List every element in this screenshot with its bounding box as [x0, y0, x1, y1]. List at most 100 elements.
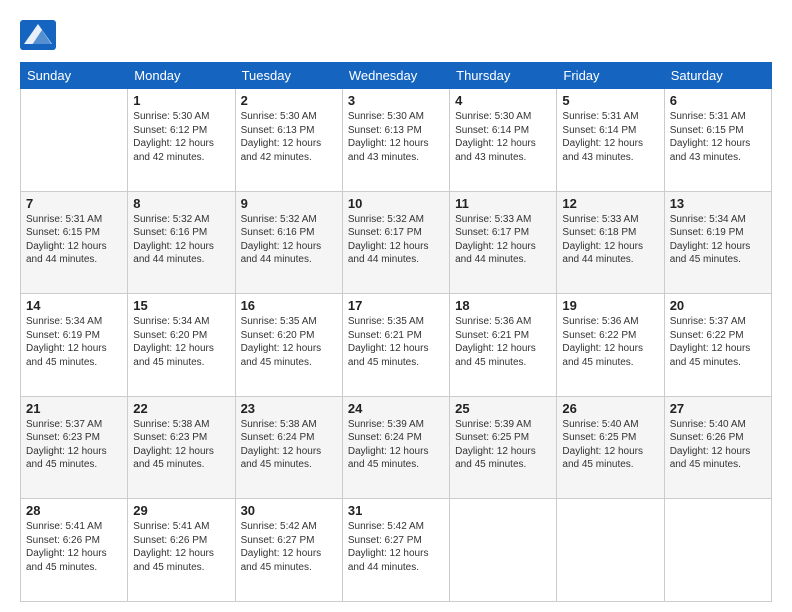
day-number: 17 — [348, 298, 444, 313]
day-number: 26 — [562, 401, 658, 416]
calendar-cell — [21, 89, 128, 192]
calendar-cell: 25Sunrise: 5:39 AM Sunset: 6:25 PM Dayli… — [450, 396, 557, 499]
day-info: Sunrise: 5:42 AM Sunset: 6:27 PM Dayligh… — [241, 520, 337, 574]
calendar-week-row: 14 Sunrise: 5:34 AM Sunset: 6:19 PM Dayli… — [21, 294, 772, 397]
day-number: 3 — [348, 93, 444, 108]
day-info: Sunrise: 5:34 AM Sunset: 6:19 PM Dayligh… — [26, 315, 122, 369]
day-info: Sunrise: 5:31 AM Sunset: 6:15 PM Dayligh… — [670, 110, 766, 164]
day-number: 7 — [26, 196, 122, 211]
day-number: 22 — [133, 401, 229, 416]
day-number: 19 — [562, 298, 658, 313]
header-sunday: Sunday — [21, 63, 128, 89]
day-number: 6 — [670, 93, 766, 108]
header-monday: Monday — [128, 63, 235, 89]
calendar-cell: 20 Sunrise: 5:37 AM Sunset: 6:22 PM Dayli… — [664, 294, 771, 397]
day-info: Sunrise: 5:31 AM Sunset: 6:15 PM Dayligh… — [26, 213, 122, 267]
day-info: Sunrise: 5:34 AM Sunset: 6:19 PM Dayligh… — [670, 213, 766, 267]
day-info: Sunrise: 5:38 AM Sunset: 6:23 PM Dayligh… — [133, 418, 229, 472]
calendar-cell: 14 Sunrise: 5:34 AM Sunset: 6:19 PM Dayli… — [21, 294, 128, 397]
header-friday: Friday — [557, 63, 664, 89]
day-number: 9 — [241, 196, 337, 211]
day-info: Sunrise: 5:37 AM Sunset: 6:22 PM Dayligh… — [670, 315, 766, 369]
calendar-cell: 28 Sunrise: 5:41 AM Sunset: 6:26 PM Dayli… — [21, 499, 128, 602]
calendar-header-row: SundayMondayTuesdayWednesdayThursdayFrid… — [21, 63, 772, 89]
calendar-cell: 13 Sunrise: 5:34 AM Sunset: 6:19 PM Dayli… — [664, 191, 771, 294]
day-number: 25 — [455, 401, 551, 416]
calendar-cell: 17 Sunrise: 5:35 AM Sunset: 6:21 PM Dayli… — [342, 294, 449, 397]
day-number: 11 — [455, 196, 551, 211]
calendar-cell: 6 Sunrise: 5:31 AM Sunset: 6:15 PM Daylig… — [664, 89, 771, 192]
page: SundayMondayTuesdayWednesdayThursdayFrid… — [0, 0, 792, 612]
day-number: 8 — [133, 196, 229, 211]
day-number: 10 — [348, 196, 444, 211]
day-info: Sunrise: 5:32 AM Sunset: 6:17 PM Dayligh… — [348, 213, 444, 267]
day-number: 27 — [670, 401, 766, 416]
day-number: 13 — [670, 196, 766, 211]
day-number: 31 — [348, 503, 444, 518]
day-info: Sunrise: 5:39 AM Sunset: 6:24 PM Dayligh… — [348, 418, 444, 472]
day-info: Sunrise: 5:41 AM Sunset: 6:26 PM Dayligh… — [133, 520, 229, 574]
calendar-cell: 9 Sunrise: 5:32 AM Sunset: 6:16 PM Daylig… — [235, 191, 342, 294]
calendar-week-row: 1Sunrise: 5:30 AM Sunset: 6:12 PM Daylig… — [21, 89, 772, 192]
calendar-cell: 31 Sunrise: 5:42 AM Sunset: 6:27 PM Dayli… — [342, 499, 449, 602]
day-info: Sunrise: 5:32 AM Sunset: 6:16 PM Dayligh… — [241, 213, 337, 267]
logo-icon — [20, 20, 56, 50]
day-info: Sunrise: 5:37 AM Sunset: 6:23 PM Dayligh… — [26, 418, 122, 472]
calendar-cell: 10 Sunrise: 5:32 AM Sunset: 6:17 PM Dayli… — [342, 191, 449, 294]
calendar-cell: 26Sunrise: 5:40 AM Sunset: 6:25 PM Dayli… — [557, 396, 664, 499]
day-info: Sunrise: 5:36 AM Sunset: 6:22 PM Dayligh… — [562, 315, 658, 369]
day-number: 4 — [455, 93, 551, 108]
calendar-cell: 30 Sunrise: 5:42 AM Sunset: 6:27 PM Dayli… — [235, 499, 342, 602]
calendar-cell: 5Sunrise: 5:31 AM Sunset: 6:14 PM Daylig… — [557, 89, 664, 192]
day-info: Sunrise: 5:32 AM Sunset: 6:16 PM Dayligh… — [133, 213, 229, 267]
day-number: 30 — [241, 503, 337, 518]
calendar-cell: 2 Sunrise: 5:30 AM Sunset: 6:13 PM Daylig… — [235, 89, 342, 192]
day-info: Sunrise: 5:30 AM Sunset: 6:14 PM Dayligh… — [455, 110, 551, 164]
day-info: Sunrise: 5:41 AM Sunset: 6:26 PM Dayligh… — [26, 520, 122, 574]
header-wednesday: Wednesday — [342, 63, 449, 89]
calendar-week-row: 28 Sunrise: 5:41 AM Sunset: 6:26 PM Dayli… — [21, 499, 772, 602]
day-number: 21 — [26, 401, 122, 416]
day-number: 5 — [562, 93, 658, 108]
calendar-cell: 11 Sunrise: 5:33 AM Sunset: 6:17 PM Dayli… — [450, 191, 557, 294]
calendar-cell: 24 Sunrise: 5:39 AM Sunset: 6:24 PM Dayli… — [342, 396, 449, 499]
day-info: Sunrise: 5:42 AM Sunset: 6:27 PM Dayligh… — [348, 520, 444, 574]
day-number: 16 — [241, 298, 337, 313]
day-info: Sunrise: 5:33 AM Sunset: 6:17 PM Dayligh… — [455, 213, 551, 267]
calendar-cell — [664, 499, 771, 602]
calendar-cell: 3Sunrise: 5:30 AM Sunset: 6:13 PM Daylig… — [342, 89, 449, 192]
day-info: Sunrise: 5:35 AM Sunset: 6:20 PM Dayligh… — [241, 315, 337, 369]
calendar-cell: 23Sunrise: 5:38 AM Sunset: 6:24 PM Dayli… — [235, 396, 342, 499]
header-tuesday: Tuesday — [235, 63, 342, 89]
calendar-cell: 1Sunrise: 5:30 AM Sunset: 6:12 PM Daylig… — [128, 89, 235, 192]
calendar-cell: 16 Sunrise: 5:35 AM Sunset: 6:20 PM Dayli… — [235, 294, 342, 397]
day-info: Sunrise: 5:38 AM Sunset: 6:24 PM Dayligh… — [241, 418, 337, 472]
day-info: Sunrise: 5:36 AM Sunset: 6:21 PM Dayligh… — [455, 315, 551, 369]
header — [20, 20, 772, 50]
calendar-cell: 29 Sunrise: 5:41 AM Sunset: 6:26 PM Dayli… — [128, 499, 235, 602]
day-number: 12 — [562, 196, 658, 211]
day-number: 28 — [26, 503, 122, 518]
calendar-cell: 18Sunrise: 5:36 AM Sunset: 6:21 PM Dayli… — [450, 294, 557, 397]
day-number: 2 — [241, 93, 337, 108]
calendar-cell: 8 Sunrise: 5:32 AM Sunset: 6:16 PM Daylig… — [128, 191, 235, 294]
calendar-cell: 27 Sunrise: 5:40 AM Sunset: 6:26 PM Dayli… — [664, 396, 771, 499]
calendar-cell — [450, 499, 557, 602]
calendar-cell: 4 Sunrise: 5:30 AM Sunset: 6:14 PM Daylig… — [450, 89, 557, 192]
day-number: 1 — [133, 93, 229, 108]
day-number: 20 — [670, 298, 766, 313]
calendar-table: SundayMondayTuesdayWednesdayThursdayFrid… — [20, 62, 772, 602]
day-info: Sunrise: 5:40 AM Sunset: 6:26 PM Dayligh… — [670, 418, 766, 472]
calendar-cell — [557, 499, 664, 602]
calendar-cell: 7 Sunrise: 5:31 AM Sunset: 6:15 PM Daylig… — [21, 191, 128, 294]
calendar-week-row: 21 Sunrise: 5:37 AM Sunset: 6:23 PM Dayli… — [21, 396, 772, 499]
day-info: Sunrise: 5:35 AM Sunset: 6:21 PM Dayligh… — [348, 315, 444, 369]
day-info: Sunrise: 5:34 AM Sunset: 6:20 PM Dayligh… — [133, 315, 229, 369]
calendar-cell: 12Sunrise: 5:33 AM Sunset: 6:18 PM Dayli… — [557, 191, 664, 294]
logo — [20, 20, 60, 50]
day-number: 24 — [348, 401, 444, 416]
day-number: 14 — [26, 298, 122, 313]
day-info: Sunrise: 5:30 AM Sunset: 6:13 PM Dayligh… — [241, 110, 337, 164]
calendar-cell: 19 Sunrise: 5:36 AM Sunset: 6:22 PM Dayli… — [557, 294, 664, 397]
day-number: 29 — [133, 503, 229, 518]
